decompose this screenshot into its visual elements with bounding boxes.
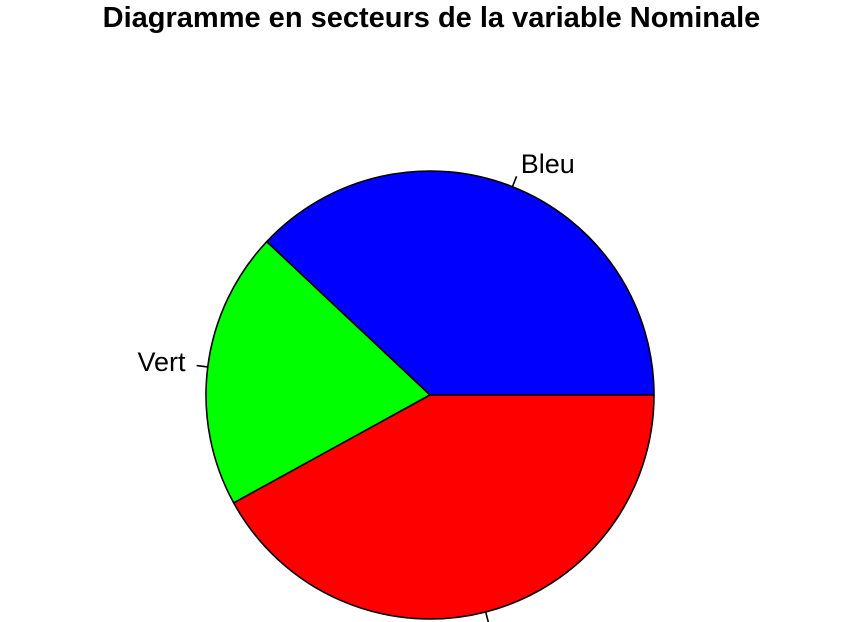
leader-line-bleu [511,176,518,188]
slice-label-rouge: Rouge [491,617,571,622]
slice-label-bleu: Bleu [521,149,575,179]
leader-line-vert [196,364,208,368]
leader-line-rouge [484,611,490,622]
pie-slices [205,170,655,620]
pie-chart: Bleu Vert Rouge [138,149,655,622]
slice-label-vert: Vert [138,347,187,377]
